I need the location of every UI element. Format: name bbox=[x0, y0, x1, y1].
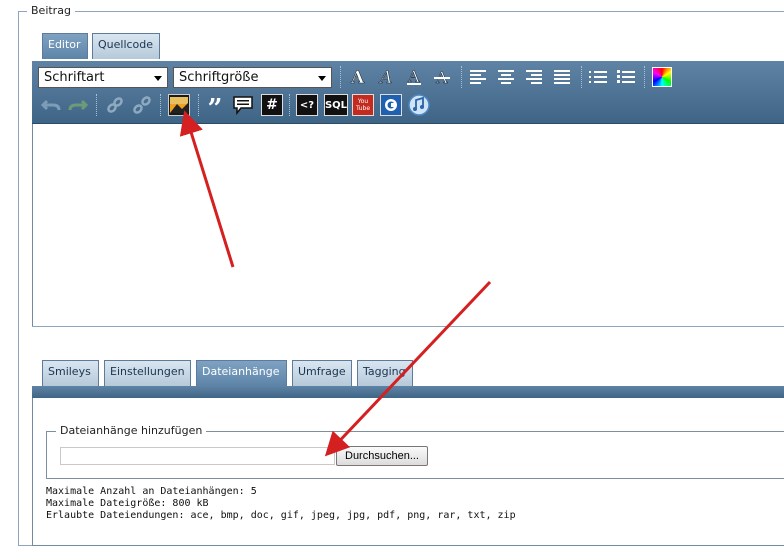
annotation-arrow-file-input bbox=[324, 280, 492, 457]
annotation-arrows bbox=[179, 110, 492, 457]
annotation-arrow-image bbox=[179, 110, 235, 268]
